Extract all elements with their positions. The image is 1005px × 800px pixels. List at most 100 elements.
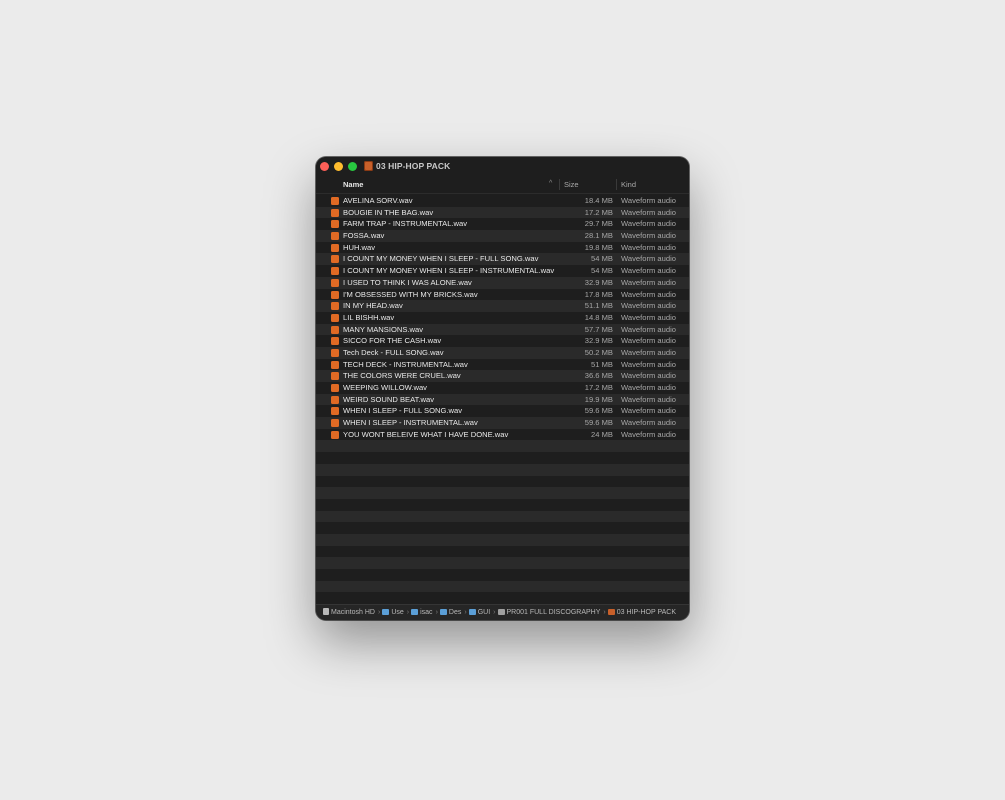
audio-file-icon: [331, 243, 339, 252]
sort-ascending-icon[interactable]: ^: [549, 180, 552, 187]
audio-file-icon: [331, 372, 339, 381]
audio-file-icon: [331, 313, 339, 322]
empty-row: [316, 533, 689, 546]
pack-icon: [607, 609, 615, 615]
breadcrumb-item[interactable]: 03 HIP-HOP PACK: [607, 609, 676, 616]
file-name: WHEN I SLEEP - INSTRUMENTAL.wav: [343, 418, 478, 428]
file-size: 14.8 MB: [584, 312, 613, 322]
file-size: 50.2 MB: [584, 347, 613, 357]
file-name: I COUNT MY MONEY WHEN I SLEEP - INSTRUME…: [343, 266, 555, 276]
close-button[interactable]: [320, 162, 329, 171]
file-size: 28.1 MB: [584, 231, 613, 241]
audio-file-icon: [331, 384, 339, 392]
file-name: LIL BISHH.wav: [343, 312, 395, 322]
file-name: I'M OBSESSED WITH MY BRICKS.wav: [343, 289, 478, 299]
file-row[interactable]: SICCO FOR THE CASH.wav 32.9 MB Waveform au…: [316, 335, 689, 347]
file-row[interactable]: HUH.wav 19.8 MB Waveform audio: [316, 241, 689, 254]
file-row[interactable]: WEEPING WILLOW.wav 17.2 MB Waveform audio: [316, 382, 689, 394]
file-kind: Waveform audio: [621, 301, 677, 311]
file-kind: Waveform audio: [621, 371, 677, 381]
file-name: HUH.wav: [343, 242, 376, 252]
audio-file-icon: [331, 302, 339, 311]
file-name: SICCO FOR THE CASH.wav: [343, 336, 442, 346]
file-name: I USED TO THINK I WAS ALONE.wav: [343, 277, 472, 287]
column-divider[interactable]: [616, 179, 617, 190]
file-name: WHEN I SLEEP - FULL SONG.wav: [343, 406, 462, 416]
file-kind: Waveform audio: [621, 336, 677, 346]
file-row[interactable]: I COUNT MY MONEY WHEN I SLEEP - FULL SON…: [316, 253, 689, 266]
file-row[interactable]: IN MY HEAD.wav 51.1 MB Waveform audio: [316, 300, 689, 312]
audio-file-icon: [331, 430, 339, 439]
zoom-button[interactable]: [348, 162, 357, 171]
file-row[interactable]: FARM TRAP - INSTRUMENTAL.wav 29.7 MB Wavef…: [316, 218, 689, 231]
file-row[interactable]: WEIRD SOUND BEAT.wav 19.9 MB Waveform audi…: [316, 393, 689, 406]
file-row[interactable]: I'M OBSESSED WITH MY BRICKS.wav 17.8 MB Wa…: [316, 288, 689, 301]
file-size: 17.2 MB: [584, 383, 613, 392]
file-kind: Waveform audio: [621, 324, 677, 334]
file-row[interactable]: MANY MANSIONS.wav 57.7 MB Waveform audio: [316, 323, 689, 336]
file-kind: Waveform audio: [621, 418, 677, 428]
column-header: Name ^ Size Kind: [316, 176, 689, 194]
column-divider[interactable]: [559, 179, 560, 190]
breadcrumb: Macintosh HD › Use › isac › Des › GUI › PR001 FULL…: [323, 608, 677, 616]
audio-file-icon: [331, 197, 339, 205]
empty-row: [316, 452, 689, 464]
file-row[interactable]: THE COLORS WERE CRUEL.wav 36.6 MB Waveform…: [316, 370, 689, 382]
breadcrumb-item[interactable]: Use: [382, 609, 404, 616]
file-kind: Waveform audio: [621, 383, 677, 392]
file-row[interactable]: YOU WONT BELEIVE WHAT I HAVE DONE.wav 24 …: [316, 428, 689, 441]
file-row[interactable]: WHEN I SLEEP - INSTRUMENTAL.wav 59.6 MB Wa…: [316, 417, 689, 429]
audio-file-icon: [331, 395, 339, 404]
chevron-right-icon: ›: [435, 609, 438, 616]
file-size: 59.6 MB: [584, 406, 613, 416]
file-row[interactable]: LIL BISHH.wav 14.8 MB Waveform audio: [316, 311, 689, 324]
breadcrumb-label: isac: [420, 609, 433, 616]
audio-file-icon: [331, 255, 339, 264]
finder-window: 03 HIP-HOP PACK Name ^ Size Kind AVELINA…: [316, 157, 689, 620]
audio-file-icon: [331, 348, 339, 357]
file-name: TECH DECK - INSTRUMENTAL.wav: [343, 359, 468, 369]
chevron-right-icon: ›: [377, 609, 381, 616]
file-kind: Waveform audio: [621, 359, 677, 369]
file-kind: Waveform audio: [621, 406, 677, 416]
file-row[interactable]: TECH DECK - INSTRUMENTAL.wav 51 MB Wavefor…: [316, 358, 689, 371]
file-row[interactable]: BOUGIE IN THE BAG.wav 17.2 MB Waveform aud…: [316, 206, 689, 219]
file-size: 57.7 MB: [584, 324, 613, 334]
file-name: I COUNT MY MONEY WHEN I SLEEP - FULL SON…: [343, 254, 539, 264]
empty-row: [316, 475, 689, 488]
file-kind: Waveform audio: [621, 289, 677, 299]
file-row[interactable]: I COUNT MY MONEY WHEN I SLEEP - INSTRUME…: [316, 265, 689, 277]
audio-file-icon: [331, 232, 339, 241]
file-size: 36.6 MB: [584, 371, 613, 381]
file-row[interactable]: Tech Deck - FULL SONG.wav 50.2 MB Waveform…: [316, 346, 689, 359]
breadcrumb-item[interactable]: isac: [411, 609, 433, 616]
path-bar: Macintosh HD › Use › isac › Des › GUI › PR001 FULL…: [316, 604, 689, 620]
file-row[interactable]: I USED TO THINK I WAS ALONE.wav 32.9 MB Wa…: [316, 276, 689, 289]
column-size-header[interactable]: Size: [564, 180, 579, 189]
file-size: 19.8 MB: [584, 242, 613, 252]
column-name-header[interactable]: Name: [343, 180, 363, 189]
folder-icon: [382, 609, 390, 615]
file-size: 19.9 MB: [584, 394, 613, 404]
breadcrumb-item[interactable]: Des: [439, 609, 461, 616]
empty-row: [316, 522, 689, 534]
folder-plain-icon: [497, 609, 505, 615]
chevron-right-icon: ›: [493, 609, 496, 616]
empty-row: [316, 580, 689, 593]
file-name: FARM TRAP - INSTRUMENTAL.wav: [343, 219, 468, 229]
file-size: 24 MB: [591, 429, 613, 439]
file-row[interactable]: FOSSA.wav 28.1 MB Waveform audio: [316, 230, 689, 242]
breadcrumb-item[interactable]: GUI: [468, 609, 490, 616]
file-row[interactable]: AVELINA SORV.wav 18.4 MB Waveform audio: [316, 195, 689, 207]
file-name: THE COLORS WERE CRUEL.wav: [343, 371, 461, 381]
file-kind: Waveform audio: [621, 394, 677, 404]
empty-row: [316, 592, 689, 605]
file-kind: Waveform audio: [621, 347, 677, 357]
file-row[interactable]: WHEN I SLEEP - FULL SONG.wav 59.6 MB Wavef…: [316, 405, 689, 418]
breadcrumb-item[interactable]: Macintosh HD: [323, 608, 375, 616]
title-bar[interactable]: 03 HIP-HOP PACK: [316, 157, 689, 176]
breadcrumb-item[interactable]: PR001 FULL DISCOGRAPHY: [497, 609, 600, 616]
column-kind-header[interactable]: Kind: [621, 180, 636, 189]
breadcrumb-label: Use: [391, 609, 404, 616]
minimize-button[interactable]: [334, 162, 343, 171]
